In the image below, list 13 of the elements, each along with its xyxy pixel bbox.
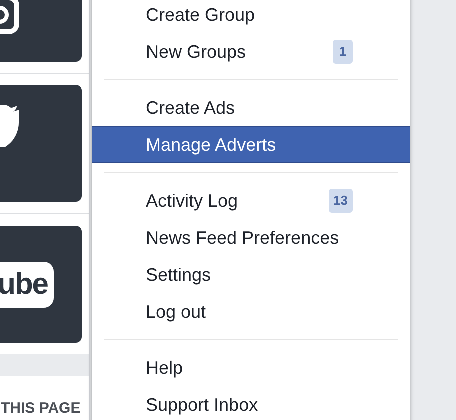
menu-item[interactable]: Create Group bbox=[92, 0, 410, 33]
menu-item[interactable]: Help bbox=[92, 349, 410, 386]
menu-item[interactable]: Manage Adverts bbox=[92, 126, 410, 163]
menu-item[interactable]: Activity Log 13 bbox=[92, 182, 410, 219]
menu-item[interactable]: Settings bbox=[92, 256, 410, 293]
menu-item[interactable]: Support Inbox bbox=[92, 386, 410, 420]
count-badge: 13 bbox=[328, 188, 353, 212]
menu-item[interactable]: News Feed Preferences bbox=[92, 219, 410, 256]
menu-item[interactable]: Create Ads bbox=[92, 89, 410, 126]
menu-item[interactable]: Log out bbox=[92, 293, 410, 330]
section-heading: THIS PAGE bbox=[1, 398, 82, 418]
count-badge: 1 bbox=[333, 40, 353, 64]
menu-item[interactable]: New Groups 1 bbox=[92, 33, 410, 70]
